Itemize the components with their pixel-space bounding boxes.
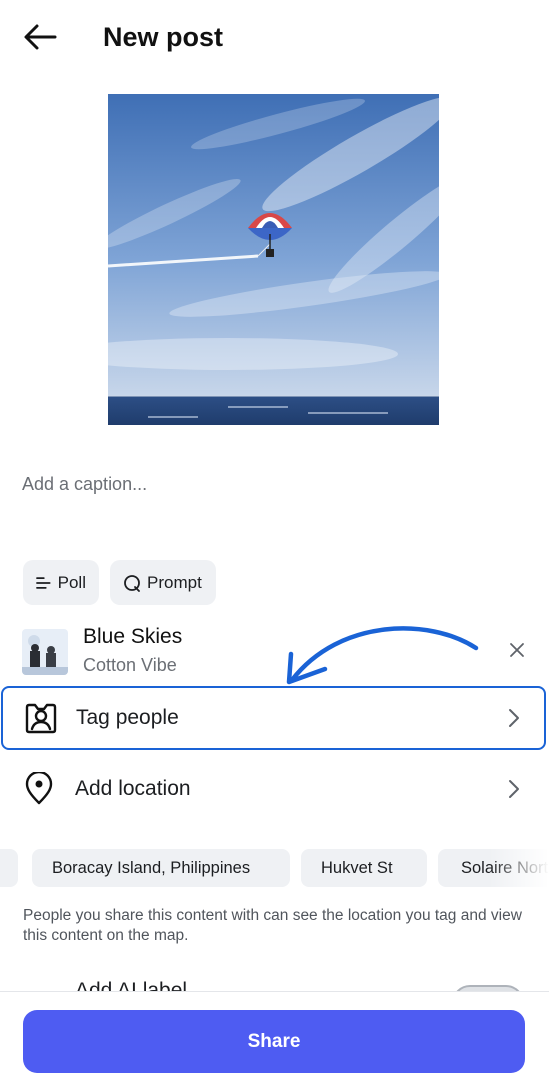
location-chip[interactable]: Boracay Island, Philippines bbox=[32, 849, 290, 887]
person-tag-icon bbox=[24, 701, 58, 735]
poll-chip[interactable]: Poll bbox=[23, 560, 99, 605]
back-button[interactable] bbox=[18, 18, 62, 56]
prompt-chip[interactable]: Prompt bbox=[110, 560, 216, 605]
location-chip[interactable]: Solaire North bbox=[438, 849, 549, 887]
location-info-text: People you share this content with can s… bbox=[23, 907, 522, 944]
location-suggestions[interactable]: Boracay Island, Philippines Hukvet St So… bbox=[0, 849, 549, 887]
close-icon bbox=[510, 643, 524, 657]
location-chip[interactable]: Hukvet St bbox=[301, 849, 427, 887]
location-pin-icon bbox=[22, 772, 56, 806]
prompt-chip-label: Prompt bbox=[147, 572, 202, 592]
page-title: New post bbox=[103, 22, 224, 52]
remove-music-button[interactable] bbox=[501, 634, 533, 666]
tag-people-label: Tag people bbox=[76, 706, 179, 729]
add-location-row[interactable]: Add location bbox=[0, 756, 549, 822]
poll-icon bbox=[36, 576, 51, 589]
poll-chip-label: Poll bbox=[57, 572, 86, 592]
tag-people-row[interactable]: Tag people bbox=[1, 686, 546, 750]
prompt-icon bbox=[124, 574, 140, 592]
add-location-label: Add location bbox=[75, 777, 191, 800]
music-artist: Cotton Vibe bbox=[83, 655, 177, 675]
ai-label-row[interactable]: Add AI label bbox=[0, 976, 549, 992]
chevron-right-icon bbox=[503, 705, 525, 731]
location-chip[interactable] bbox=[0, 849, 18, 887]
music-cover bbox=[22, 629, 68, 675]
music-title: Blue Skies bbox=[83, 625, 183, 648]
caption-input[interactable] bbox=[22, 464, 522, 504]
post-photo[interactable] bbox=[108, 94, 439, 425]
share-button[interactable]: Share bbox=[23, 1010, 525, 1073]
arrow-left-icon bbox=[24, 24, 57, 50]
chevron-right-icon bbox=[503, 776, 525, 802]
